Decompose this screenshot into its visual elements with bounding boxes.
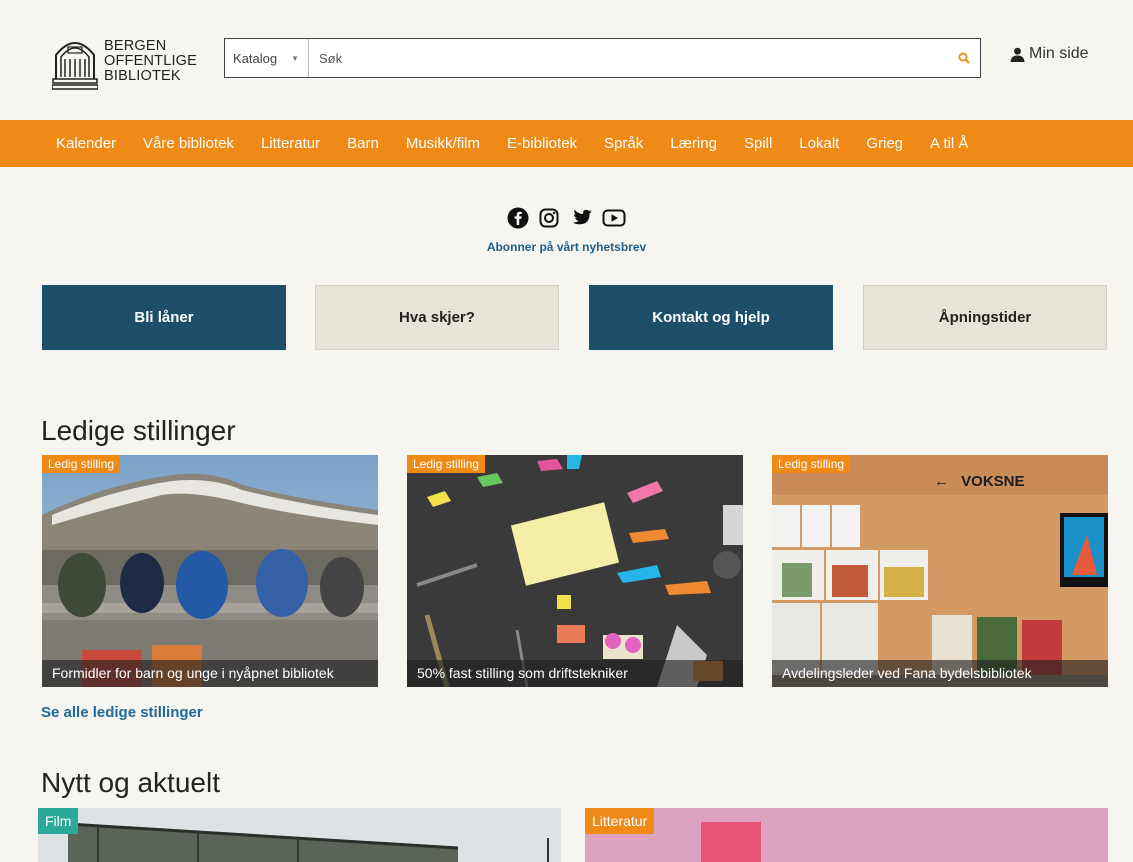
main-nav: Kalender Våre bibliotek Litteratur Barn … <box>0 120 1133 167</box>
youtube-icon[interactable] <box>602 207 626 229</box>
news-photo-2 <box>585 808 1108 862</box>
job-caption: 50% fast stilling som driftstekniker <box>407 660 743 687</box>
job-caption: Avdelingsleder ved Fana bydelsbibliotek <box>772 660 1108 687</box>
library-name: BERGEN OFFENTLIGE BIBLIOTEK <box>104 39 197 84</box>
job-card-1[interactable]: Ledig stilling Formidler for barn og ung… <box>42 455 378 687</box>
search-button[interactable] <box>948 39 980 77</box>
newsletter-link[interactable]: Abonner på vårt nyhetsbrev <box>0 240 1133 254</box>
job-card-3[interactable]: ← VOKSNE Ledig stilling Avdelingsleder v… <box>772 455 1108 687</box>
nav-item-grieg[interactable]: Grieg <box>866 135 903 152</box>
become-member-button[interactable]: Bli låner <box>42 285 286 350</box>
library-logo[interactable]: BERGEN OFFENTLIGE BIBLIOTEK <box>52 33 212 95</box>
logo-line-3: BIBLIOTEK <box>104 68 181 84</box>
job-badge: Ledig stilling <box>42 455 121 473</box>
jobs-heading: Ledige stillinger <box>41 415 236 446</box>
logo-line-1: BERGEN <box>104 38 167 54</box>
job-card-2[interactable]: Ledig stilling 50% fast stilling som dri… <box>407 455 743 687</box>
job-badge: Ledig stilling <box>772 455 851 473</box>
twitter-icon[interactable] <box>569 207 593 229</box>
job-caption: Formidler for barn og unge i nyåpnet bib… <box>42 660 378 687</box>
voksne-sign: ← VOKSNE <box>934 473 1025 490</box>
news-badge: Film <box>38 808 79 834</box>
nav-item-a-til-a[interactable]: A til Å <box>930 135 968 152</box>
news-photo-1 <box>38 808 561 862</box>
search-input[interactable] <box>309 38 948 78</box>
voksne-sign-text: VOKSNE <box>961 473 1025 490</box>
user-icon <box>1010 47 1025 62</box>
instagram-icon[interactable] <box>538 207 560 229</box>
news-card-1[interactable]: Film <box>38 808 561 862</box>
whats-on-button[interactable]: Hva skjer? <box>315 285 559 350</box>
nav-item-e-bibliotek[interactable]: E-bibliotek <box>507 135 577 152</box>
opening-hours-button[interactable]: Åpningstider <box>863 285 1107 350</box>
nav-item-sprak[interactable]: Språk <box>604 135 643 152</box>
see-all-jobs-link[interactable]: Se alle ledige stillinger <box>41 704 203 721</box>
job-badge: Ledig stilling <box>407 455 486 473</box>
news-heading: Nytt og aktuelt <box>41 767 220 798</box>
nav-item-litteratur[interactable]: Litteratur <box>261 135 320 152</box>
arrow-left-icon: ← <box>934 473 949 490</box>
news-card-2[interactable]: Litteratur <box>585 808 1108 862</box>
nav-item-vare-bibliotek[interactable]: Våre bibliotek <box>143 135 234 152</box>
nav-item-spill[interactable]: Spill <box>744 135 772 152</box>
nav-item-kalender[interactable]: Kalender <box>56 135 116 152</box>
job-photo-1 <box>42 455 378 687</box>
contact-help-button[interactable]: Kontakt og hjelp <box>589 285 833 350</box>
facebook-icon[interactable] <box>507 207 529 229</box>
job-photo-2 <box>407 455 743 687</box>
search-icon <box>958 52 970 64</box>
search-scope-value: Katalog <box>233 50 278 66</box>
dropdown-caret-icon: ▼ <box>291 53 300 63</box>
nav-item-laering[interactable]: Læring <box>670 135 717 152</box>
nav-item-barn[interactable]: Barn <box>347 135 379 152</box>
logo-line-2: OFFENTLIGE <box>104 53 198 69</box>
site-header: BERGEN OFFENTLIGE BIBLIOTEK Katalog ▼ Mi… <box>0 0 1133 120</box>
search-bar: Katalog ▼ <box>224 38 981 78</box>
library-building-icon <box>52 42 98 90</box>
nav-item-lokalt[interactable]: Lokalt <box>799 135 839 152</box>
nav-item-musikk-film[interactable]: Musikk/film <box>406 135 480 152</box>
my-page-label: Min side <box>1029 45 1089 62</box>
search-scope-select[interactable]: Katalog ▼ <box>225 39 309 77</box>
news-badge: Litteratur <box>585 808 655 834</box>
my-page-link[interactable]: Min side <box>1010 45 1089 63</box>
social-links <box>0 207 1133 229</box>
